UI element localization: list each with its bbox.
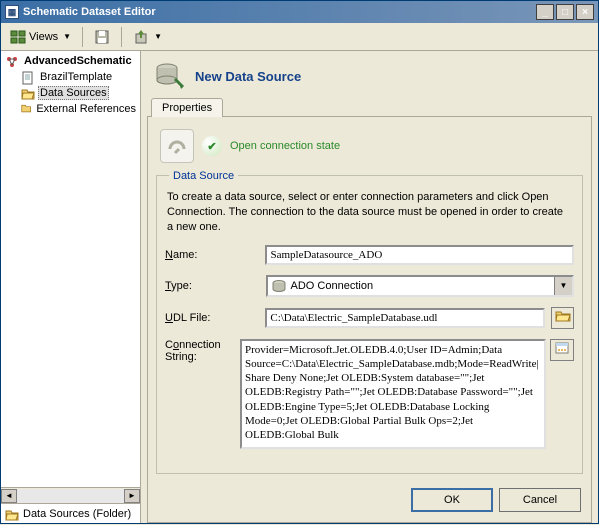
wizard-icon bbox=[554, 340, 570, 359]
tree-root[interactable]: AdvancedSchematic bbox=[3, 53, 138, 69]
tree: AdvancedSchematic BrazilTemplate Data So… bbox=[1, 51, 140, 487]
views-menu-button[interactable]: Views ▼ bbox=[5, 26, 76, 48]
group-legend: Data Source bbox=[169, 170, 238, 182]
tree-item-label: BrazilTemplate bbox=[38, 71, 114, 83]
template-icon bbox=[21, 71, 35, 83]
ok-button[interactable]: OK bbox=[411, 488, 493, 512]
import-button[interactable]: ▼ bbox=[128, 26, 167, 48]
status-text: Data Sources (Folder) bbox=[23, 508, 131, 520]
status-bar: Data Sources (Folder) bbox=[1, 503, 140, 523]
type-value: ADO Connection bbox=[291, 280, 554, 292]
save-button[interactable] bbox=[89, 26, 115, 48]
app-window: ▦ Schematic Dataset Editor _ □ × Views ▼ bbox=[0, 0, 599, 524]
close-button[interactable]: × bbox=[576, 4, 594, 20]
udl-input[interactable] bbox=[265, 308, 545, 328]
toolbar-divider bbox=[121, 27, 122, 47]
window-title: Schematic Dataset Editor bbox=[23, 6, 536, 18]
tree-item-label: Data Sources bbox=[38, 86, 109, 100]
tree-item-externalrefs[interactable]: External References bbox=[3, 101, 138, 117]
connection-state-text: Open connection state bbox=[230, 140, 340, 152]
tree-hscrollbar[interactable]: ◄ ► bbox=[1, 487, 140, 503]
tree-root-label: AdvancedSchematic bbox=[22, 55, 134, 67]
chevron-down-icon: ▼ bbox=[63, 32, 71, 41]
help-text: To create a data source, select or enter… bbox=[167, 190, 572, 235]
content-header: New Data Source bbox=[147, 57, 592, 97]
toggle-connection-button[interactable] bbox=[160, 129, 194, 163]
udl-label: UDL File: bbox=[165, 312, 259, 324]
cancel-button[interactable]: Cancel bbox=[499, 488, 581, 512]
scroll-left-button[interactable]: ◄ bbox=[1, 489, 17, 503]
import-icon bbox=[133, 29, 149, 45]
tab-properties[interactable]: Properties bbox=[151, 98, 223, 117]
datasource-icon bbox=[153, 61, 185, 91]
name-input[interactable] bbox=[265, 245, 574, 265]
views-label: Views bbox=[29, 31, 58, 43]
app-icon: ▦ bbox=[5, 5, 19, 19]
folder-open-icon bbox=[5, 508, 19, 520]
datasource-group: Data Source To create a data source, sel… bbox=[156, 175, 583, 474]
schematic-dataset-icon bbox=[5, 55, 19, 67]
folder-open-icon bbox=[21, 87, 35, 99]
toolbar-divider bbox=[82, 27, 83, 47]
folder-icon bbox=[21, 103, 31, 115]
minimize-button[interactable]: _ bbox=[536, 4, 554, 20]
titlebar: ▦ Schematic Dataset Editor _ □ × bbox=[1, 1, 598, 23]
ado-icon bbox=[271, 279, 287, 293]
name-label: Name: bbox=[165, 249, 259, 261]
browse-udl-button[interactable] bbox=[551, 307, 574, 329]
folder-open-icon bbox=[555, 309, 571, 326]
toolbar: Views ▼ ▼ bbox=[1, 23, 598, 51]
chevron-down-icon: ▼ bbox=[154, 32, 162, 41]
type-label: Type: bbox=[165, 280, 260, 292]
connection-state-row: ✔ Open connection state bbox=[156, 125, 583, 167]
connstr-textarea[interactable] bbox=[240, 339, 546, 449]
maximize-button[interactable]: □ bbox=[556, 4, 574, 20]
chevron-down-icon[interactable]: ▼ bbox=[554, 277, 572, 295]
tree-pane: AdvancedSchematic BrazilTemplate Data So… bbox=[1, 51, 141, 523]
tree-item-label: External References bbox=[34, 103, 138, 115]
tab-body: ✔ Open connection state Data Source To c… bbox=[147, 117, 592, 523]
tabstrip: Properties bbox=[147, 97, 592, 117]
build-connstr-button[interactable] bbox=[550, 339, 574, 361]
views-icon bbox=[10, 29, 26, 45]
page-title: New Data Source bbox=[195, 69, 301, 84]
check-circle-icon: ✔ bbox=[202, 136, 222, 156]
content-pane: New Data Source Properties ✔ Open connec… bbox=[141, 51, 598, 523]
tree-item-braziltemplate[interactable]: BrazilTemplate bbox=[3, 69, 138, 85]
scroll-track[interactable] bbox=[17, 489, 124, 503]
scroll-right-button[interactable]: ► bbox=[124, 489, 140, 503]
save-icon bbox=[94, 29, 110, 45]
connstr-label: Connection String: bbox=[165, 339, 234, 363]
connection-toggle-icon bbox=[166, 135, 188, 157]
dialog-buttons: OK Cancel bbox=[156, 482, 583, 514]
type-select[interactable]: ADO Connection ▼ bbox=[266, 275, 574, 297]
tree-item-datasources[interactable]: Data Sources bbox=[3, 85, 138, 101]
